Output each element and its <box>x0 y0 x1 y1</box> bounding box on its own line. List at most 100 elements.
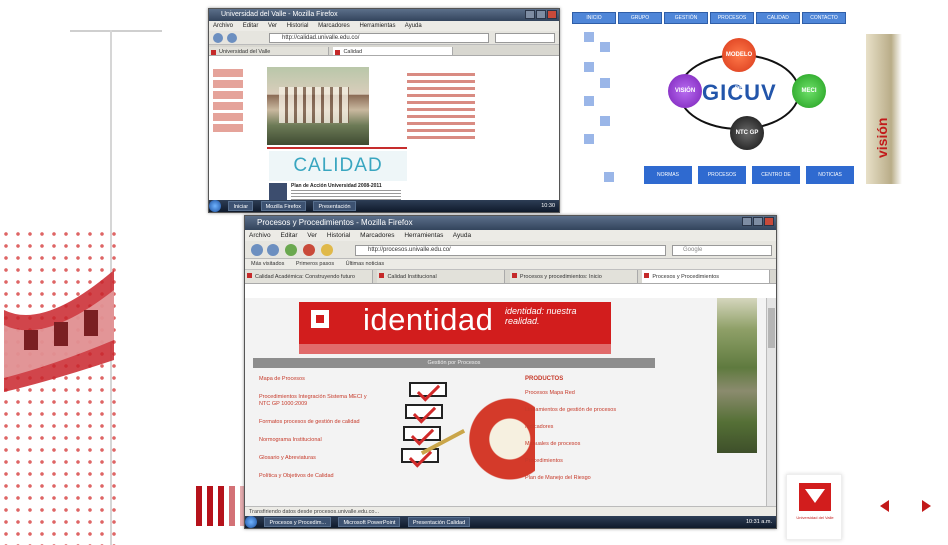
start-button[interactable] <box>245 516 257 528</box>
gicuv-circle-right[interactable]: MECI <box>792 74 826 108</box>
bookmark-item[interactable]: Últimas noticias <box>346 261 385 267</box>
status-bar: Transfiriendo datos desde procesos.univa… <box>245 506 776 516</box>
product-link[interactable]: Procesos Mapa Red <box>525 390 655 397</box>
search-input[interactable]: Google <box>672 245 772 256</box>
sidebar-link[interactable] <box>213 91 263 99</box>
taskbar-item[interactable]: Mozilla Firefox <box>260 201 307 211</box>
gicuv-nav-tab[interactable]: GRUPO <box>618 12 662 24</box>
product-link[interactable]: Procedimientos <box>525 458 655 465</box>
minimize-icon[interactable] <box>742 217 752 226</box>
process-link[interactable]: Formatos procesos de gestión de calidad <box>259 419 379 426</box>
previous-slide-icon[interactable] <box>880 500 889 512</box>
decorative-square <box>600 42 610 52</box>
close-icon[interactable] <box>764 217 774 226</box>
gicuv-button[interactable]: NOTICIAS <box>806 166 854 184</box>
sidebar-link[interactable] <box>213 124 263 132</box>
decorative-square <box>584 62 594 72</box>
gicuv-nav-tab[interactable]: INICIO <box>572 12 616 24</box>
sidebar-link[interactable] <box>213 69 263 77</box>
product-links: PRODUCTOS Procesos Mapa Red Lineamientos… <box>525 376 655 492</box>
menu-item[interactable]: Ayuda <box>405 23 422 29</box>
gicuv-button[interactable]: PROCESOS <box>698 166 746 184</box>
bookmark-item[interactable]: Primeros pasos <box>296 261 334 267</box>
gicuv-nav-tab[interactable]: GESTIÓN <box>664 12 708 24</box>
taskbar-item[interactable]: Microsoft PowerPoint <box>338 517 401 527</box>
gicuv-circle-left[interactable]: VISIÓN <box>668 74 702 108</box>
browser-tab[interactable]: Calidad Institucional <box>377 270 506 283</box>
browser-tab[interactable]: Universidad del Valle <box>209 47 329 55</box>
taskbar-item[interactable]: Presentación Calidad <box>407 517 471 527</box>
minimize-icon[interactable] <box>525 10 535 19</box>
gicuv-nav-tab[interactable]: CALIDAD <box>756 12 800 24</box>
gicuv-button[interactable]: NORMAS <box>644 166 692 184</box>
back-icon[interactable] <box>251 244 263 256</box>
maximize-icon[interactable] <box>536 10 546 19</box>
forward-icon[interactable] <box>227 33 237 43</box>
close-icon[interactable] <box>547 10 557 19</box>
product-link[interactable]: Indicadores <box>525 424 655 431</box>
browser-tab[interactable]: Calidad <box>333 47 454 55</box>
bookmark-item[interactable]: Más visitados <box>251 261 284 267</box>
calidad-banner: CALIDAD <box>269 151 407 181</box>
search-input[interactable] <box>495 33 555 43</box>
menu-item[interactable]: Ver <box>268 23 277 29</box>
browser-tab-active[interactable]: Procesos y Procedimientos <box>642 270 771 283</box>
gicuv-button[interactable]: CENTRO DE CALIDAD <box>752 166 800 196</box>
menu-item[interactable]: Herramientas <box>359 23 395 29</box>
gicuv-nav-tab[interactable]: CONTACTO <box>802 12 846 24</box>
home-icon[interactable] <box>321 244 333 256</box>
taskbar-item[interactable]: Iniciar <box>228 201 254 211</box>
scrollbar[interactable] <box>766 298 776 506</box>
sidebar-link[interactable] <box>213 102 263 110</box>
menu-item[interactable]: Historial <box>287 23 309 29</box>
sidebar-link[interactable] <box>213 80 263 88</box>
menu-item[interactable]: Editar <box>281 232 298 239</box>
footer-title[interactable]: Plan de Acción Universidad 2008-2011 <box>291 183 382 189</box>
menu-item[interactable]: Historial <box>327 232 350 239</box>
taskbar: Procesos y Procedim... Microsoft PowerPo… <box>245 516 776 528</box>
menu-item[interactable]: Marcadores <box>360 232 394 239</box>
menu-item[interactable]: Ayuda <box>453 232 471 239</box>
product-link[interactable]: Lineamientos de gestión de procesos <box>525 407 655 414</box>
menu-item[interactable]: Herramientas <box>404 232 443 239</box>
address-bar[interactable]: http://procesos.univalle.edu.co/ <box>355 245 666 256</box>
checkbox-icon <box>405 404 443 419</box>
process-link[interactable]: Mapa de Procesos <box>259 376 379 383</box>
menu-item[interactable]: Archivo <box>213 23 233 29</box>
next-slide-icon[interactable] <box>922 500 931 512</box>
page-content: identidad identidad: nuestra realidad. G… <box>245 298 766 506</box>
menu-item[interactable]: Archivo <box>249 232 271 239</box>
menu-bar: Archivo Editar Ver Historial Marcadores … <box>245 230 776 241</box>
address-bar[interactable]: http://calidad.univalle.edu.co/ <box>269 33 489 43</box>
menu-item[interactable]: Ver <box>307 232 317 239</box>
tab-bar: Universidad del Valle Calidad <box>209 45 559 56</box>
page-content: CALIDAD Plan de Acción Universidad 2008-… <box>209 67 559 201</box>
product-link[interactable]: Plan de Manejo del Riesgo <box>525 475 655 482</box>
scrollbar-thumb[interactable] <box>768 308 775 348</box>
decorative-square <box>604 172 614 182</box>
sidebar-link[interactable] <box>213 113 263 121</box>
taskbar-item[interactable]: Presentación <box>313 201 356 211</box>
back-icon[interactable] <box>213 33 223 43</box>
browser-tab[interactable]: Procesos y procedimientos: Inicio <box>509 270 638 283</box>
reload-icon[interactable] <box>285 244 297 256</box>
maximize-icon[interactable] <box>753 217 763 226</box>
decorative-square <box>584 134 594 144</box>
identidad-banner: identidad identidad: nuestra realidad. <box>299 302 611 354</box>
stop-icon[interactable] <box>303 244 315 256</box>
gicuv-circle-top[interactable]: MODELO DE GESTIÓN <box>722 38 756 126</box>
product-link[interactable]: Manuales de procesos <box>525 441 655 448</box>
forward-icon[interactable] <box>267 244 279 256</box>
sidebar-links <box>213 69 263 135</box>
start-button[interactable] <box>209 200 221 212</box>
gicuv-nav-tab[interactable]: PROCESOS <box>710 12 754 24</box>
process-link[interactable]: Normograma Institucional <box>259 437 379 444</box>
browser-tab[interactable]: Calidad Académica: Construyendo futuro <box>245 270 373 283</box>
process-link[interactable]: Procedimientos Integración Sistema MECI … <box>259 394 379 408</box>
gicuv-circle-bottom[interactable]: NTC GP 1000 <box>730 116 764 170</box>
menu-item[interactable]: Marcadores <box>318 23 350 29</box>
taskbar-item[interactable]: Procesos y Procedim... <box>264 517 331 527</box>
menu-item[interactable]: Editar <box>243 23 259 29</box>
process-link[interactable]: Política y Objetivos de Calidad <box>259 473 379 480</box>
process-link[interactable]: Glosario y Abreviaturas <box>259 455 379 462</box>
